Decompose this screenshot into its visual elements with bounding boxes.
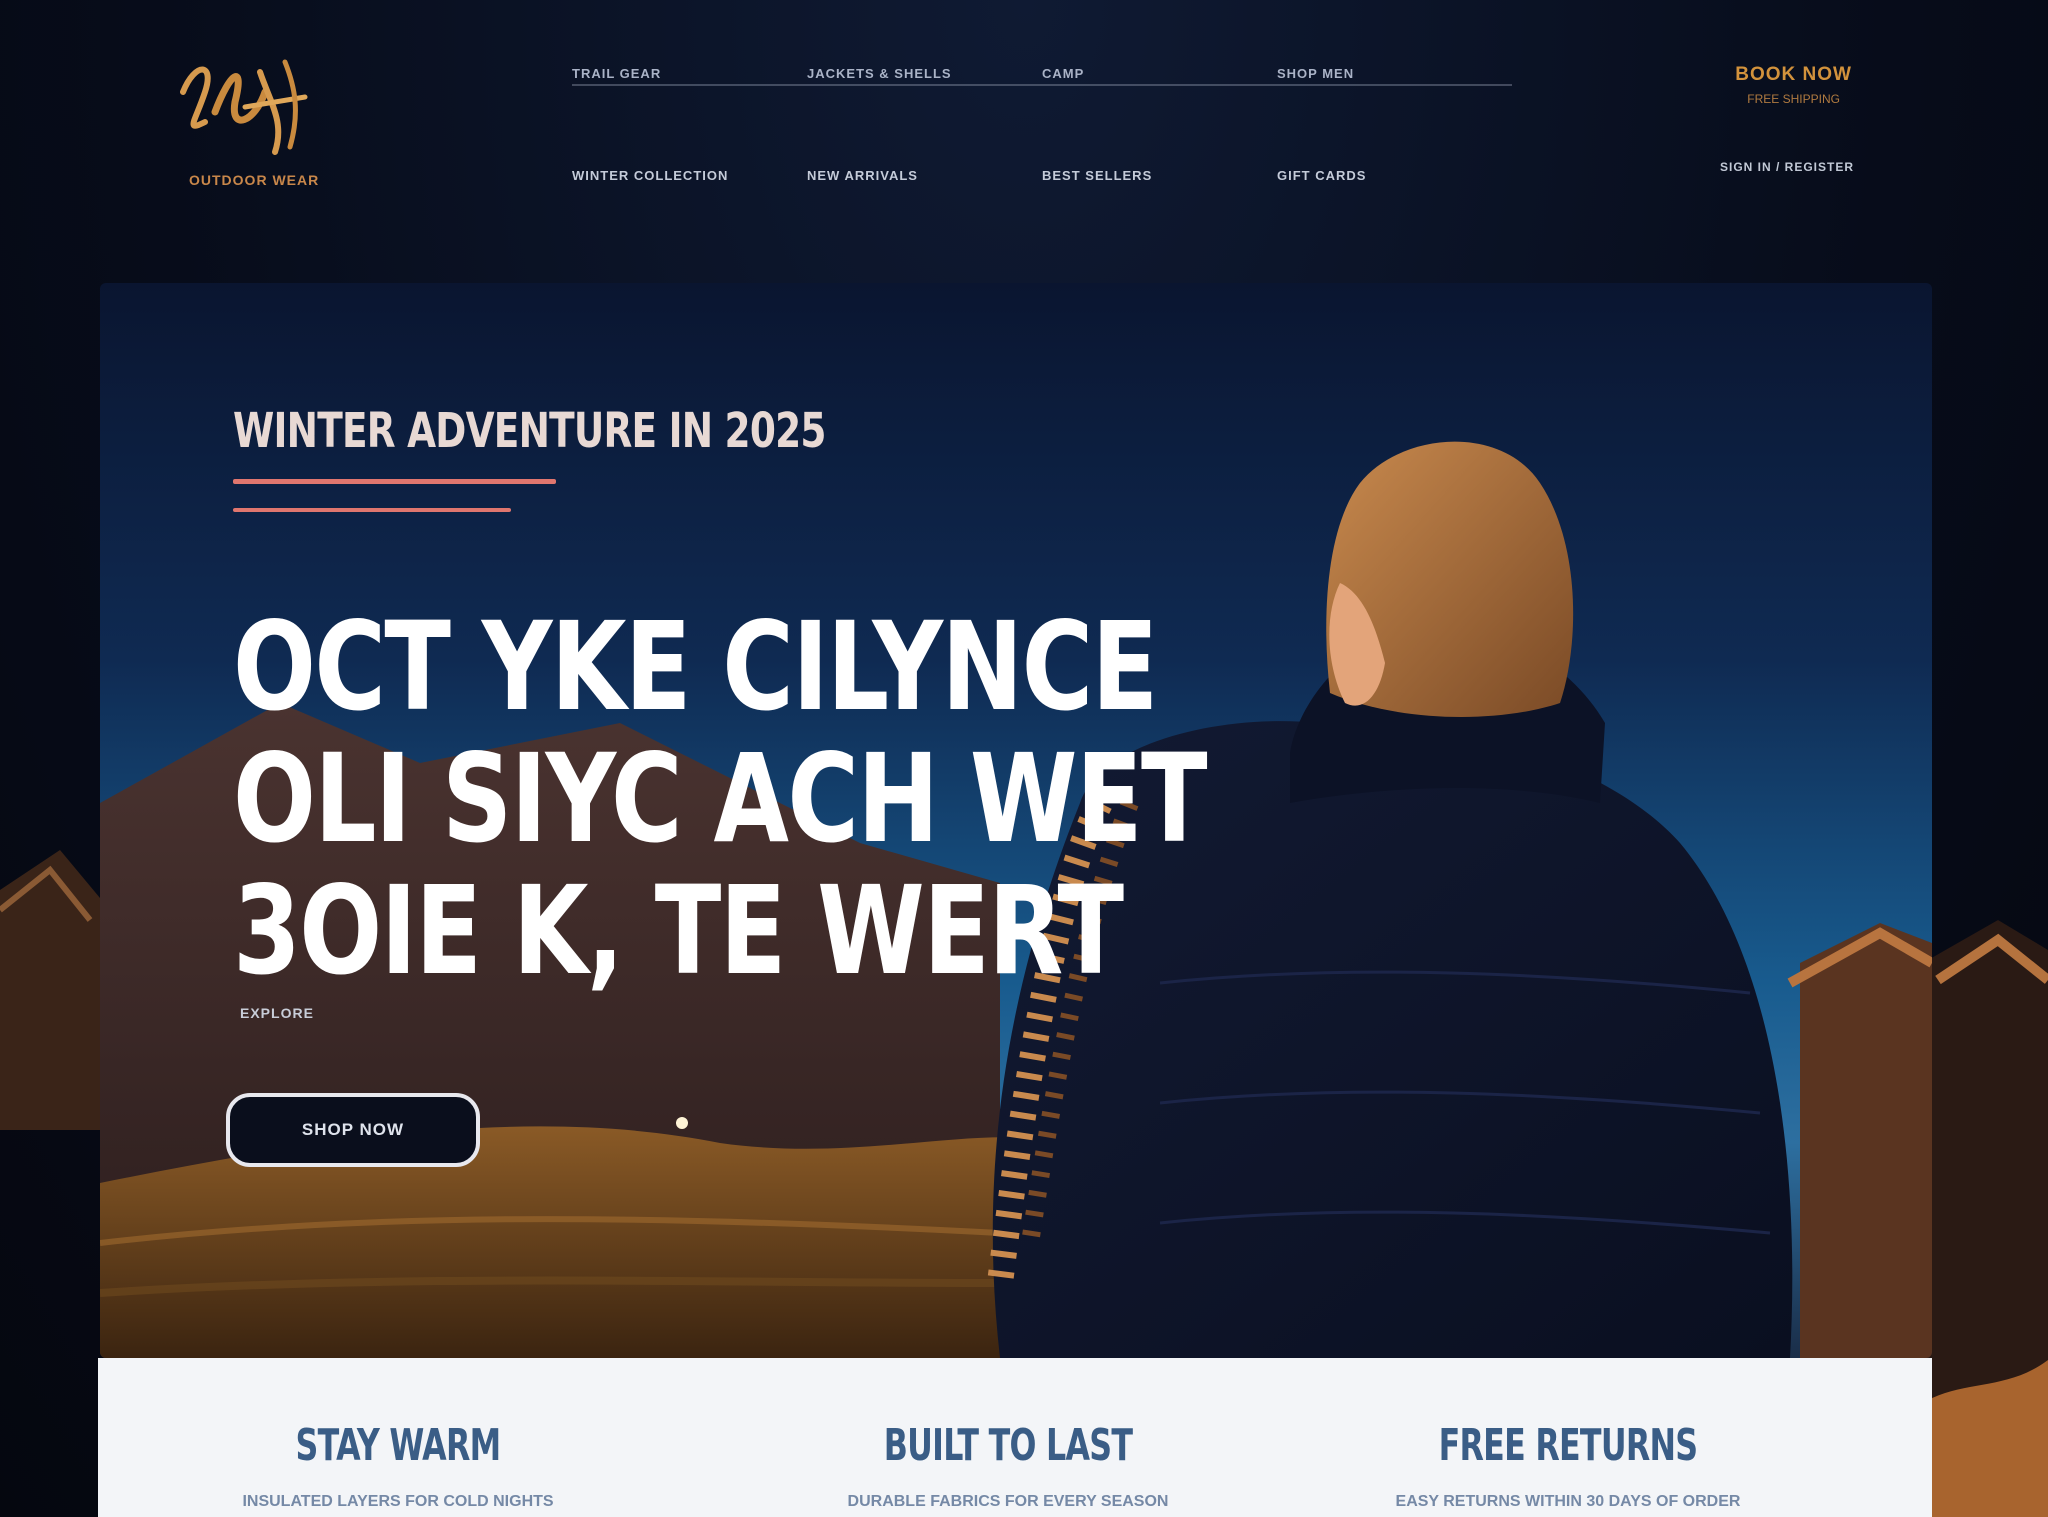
nav-link-new-arrivals[interactable]: NEW ARRIVALS (807, 168, 1042, 186)
hero-small-tag: EXPLORE (240, 1005, 314, 1021)
feature-text: EASY RETURNS WITHIN 30 DAYS OF ORDER (1395, 1493, 1741, 1510)
header-cta-label: BOOK NOW (1735, 64, 1852, 85)
hero-eyebrow: WINTER ADVENTURE IN 2025 (233, 403, 826, 459)
brand-logo[interactable]: OUTDOOR WEAR (175, 52, 390, 202)
nav-link-jackets[interactable]: JACKETS & SHELLS (807, 66, 1042, 86)
feature-title: FREE RETURNS (1438, 1420, 1699, 1471)
nav-link-camp[interactable]: CAMP (1042, 66, 1277, 86)
nav-link-best-sellers[interactable]: BEST SELLERS (1042, 168, 1277, 186)
eyebrow-underline-primary (233, 479, 556, 484)
nav-link-winter-collection[interactable]: WINTER COLLECTION (572, 168, 807, 186)
feature-text: INSULATED LAYERS FOR COLD NIGHTS (242, 1493, 554, 1510)
feature-item: FREE RETURNS EASY RETURNS WITHIN 30 DAYS… (1338, 1420, 1798, 1511)
hero-headline-line-3: 3OIE K, TE WERT (233, 860, 1124, 1002)
mountain-left-decoration (0, 850, 110, 1130)
hero-headline: OCT YKE CILYNCE OLI SIYC ACH WET 3OIE K,… (233, 601, 1449, 997)
nav-link-shop-men[interactable]: SHOP MEN (1277, 66, 1512, 86)
primary-nav: TRAIL GEAR JACKETS & SHELLS CAMP SHOP ME… (572, 66, 1512, 86)
script-logo-mark (180, 59, 308, 155)
hero-banner: WINTER ADVENTURE IN 2025 OCT YKE CILYNCE… (100, 283, 1932, 1358)
eyebrow-underline-secondary (233, 508, 511, 512)
features-section: STAY WARM INSULATED LAYERS FOR COLD NIGH… (98, 1358, 1932, 1517)
feature-title: STAY WARM (295, 1420, 502, 1471)
header-cta-subtext: FREE SHIPPING (1747, 92, 1840, 106)
hero-headline-line-2: OLI SIYC ACH WET (233, 728, 1208, 870)
hero-headline-line-1: OCT YKE CILYNCE (233, 596, 1158, 738)
nav-link-trail-gear[interactable]: TRAIL GEAR (572, 66, 807, 86)
hero-cta-button[interactable]: SHOP NOW (226, 1093, 480, 1167)
feature-title: BUILT TO LAST (883, 1420, 1133, 1471)
secondary-nav: WINTER COLLECTION NEW ARRIVALS BEST SELL… (572, 168, 1512, 186)
header-cta[interactable]: BOOK NOW FREE SHIPPING (1735, 64, 1852, 106)
feature-text: DURABLE FABRICS FOR EVERY SEASON (847, 1493, 1169, 1510)
mountain-right-decoration (1928, 920, 2048, 1517)
nav-link-gift-cards[interactable]: GIFT CARDS (1277, 168, 1512, 186)
feature-item: BUILT TO LAST DURABLE FABRICS FOR EVERY … (788, 1420, 1228, 1511)
sign-in-link[interactable]: SIGN IN / REGISTER (1720, 160, 1854, 174)
feature-item: STAY WARM INSULATED LAYERS FOR COLD NIGH… (188, 1420, 608, 1511)
logo-tagline: OUTDOOR WEAR (189, 172, 320, 188)
